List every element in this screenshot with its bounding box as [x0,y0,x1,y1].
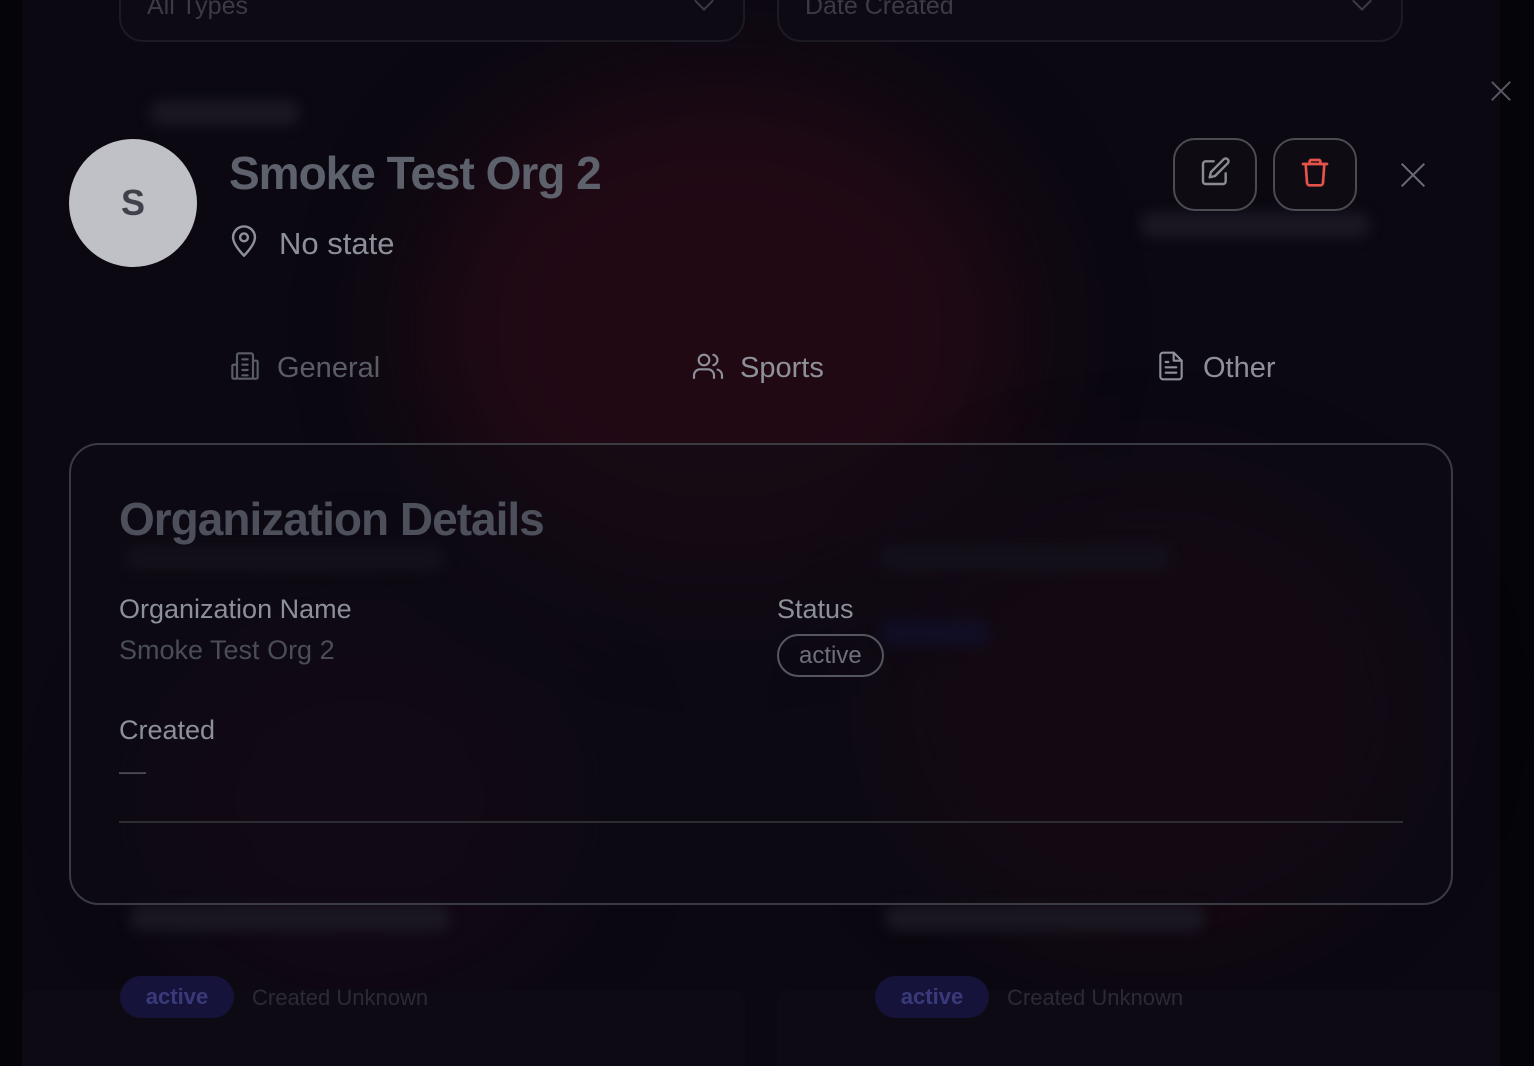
location-row: No state [229,224,394,263]
created-label: Created [119,715,216,745]
users-icon [692,350,724,387]
edit-button[interactable] [1173,138,1257,211]
status-badge: active [777,634,884,677]
organization-name-label: Organization Name [119,594,352,624]
divider [119,821,1403,823]
tab-other[interactable]: Other [1155,350,1276,387]
building-icon [229,350,261,387]
organization-modal: S Smoke Test Org 2 No state General Spor… [0,0,1534,1066]
tab-general-label: General [277,352,381,384]
page-title: Smoke Test Org 2 [229,147,602,199]
tab-sports[interactable]: Sports [692,350,824,387]
close-icon[interactable] [1396,158,1430,192]
location-text: No state [279,225,395,261]
tab-other-label: Other [1203,352,1276,384]
delete-button[interactable] [1273,138,1357,211]
tab-sports-label: Sports [740,352,824,384]
edit-icon [1199,156,1231,193]
avatar: S [69,139,197,267]
tab-bar: General Sports Other [0,350,1534,394]
tab-general[interactable]: General [229,350,380,387]
document-icon [1155,350,1187,387]
status-label: Status [777,594,854,624]
details-title: Organization Details [119,493,545,545]
trash-icon [1299,156,1331,193]
created-value: — [119,756,146,786]
map-pin-icon [229,224,259,263]
organization-name-value: Smoke Test Org 2 [119,635,335,665]
